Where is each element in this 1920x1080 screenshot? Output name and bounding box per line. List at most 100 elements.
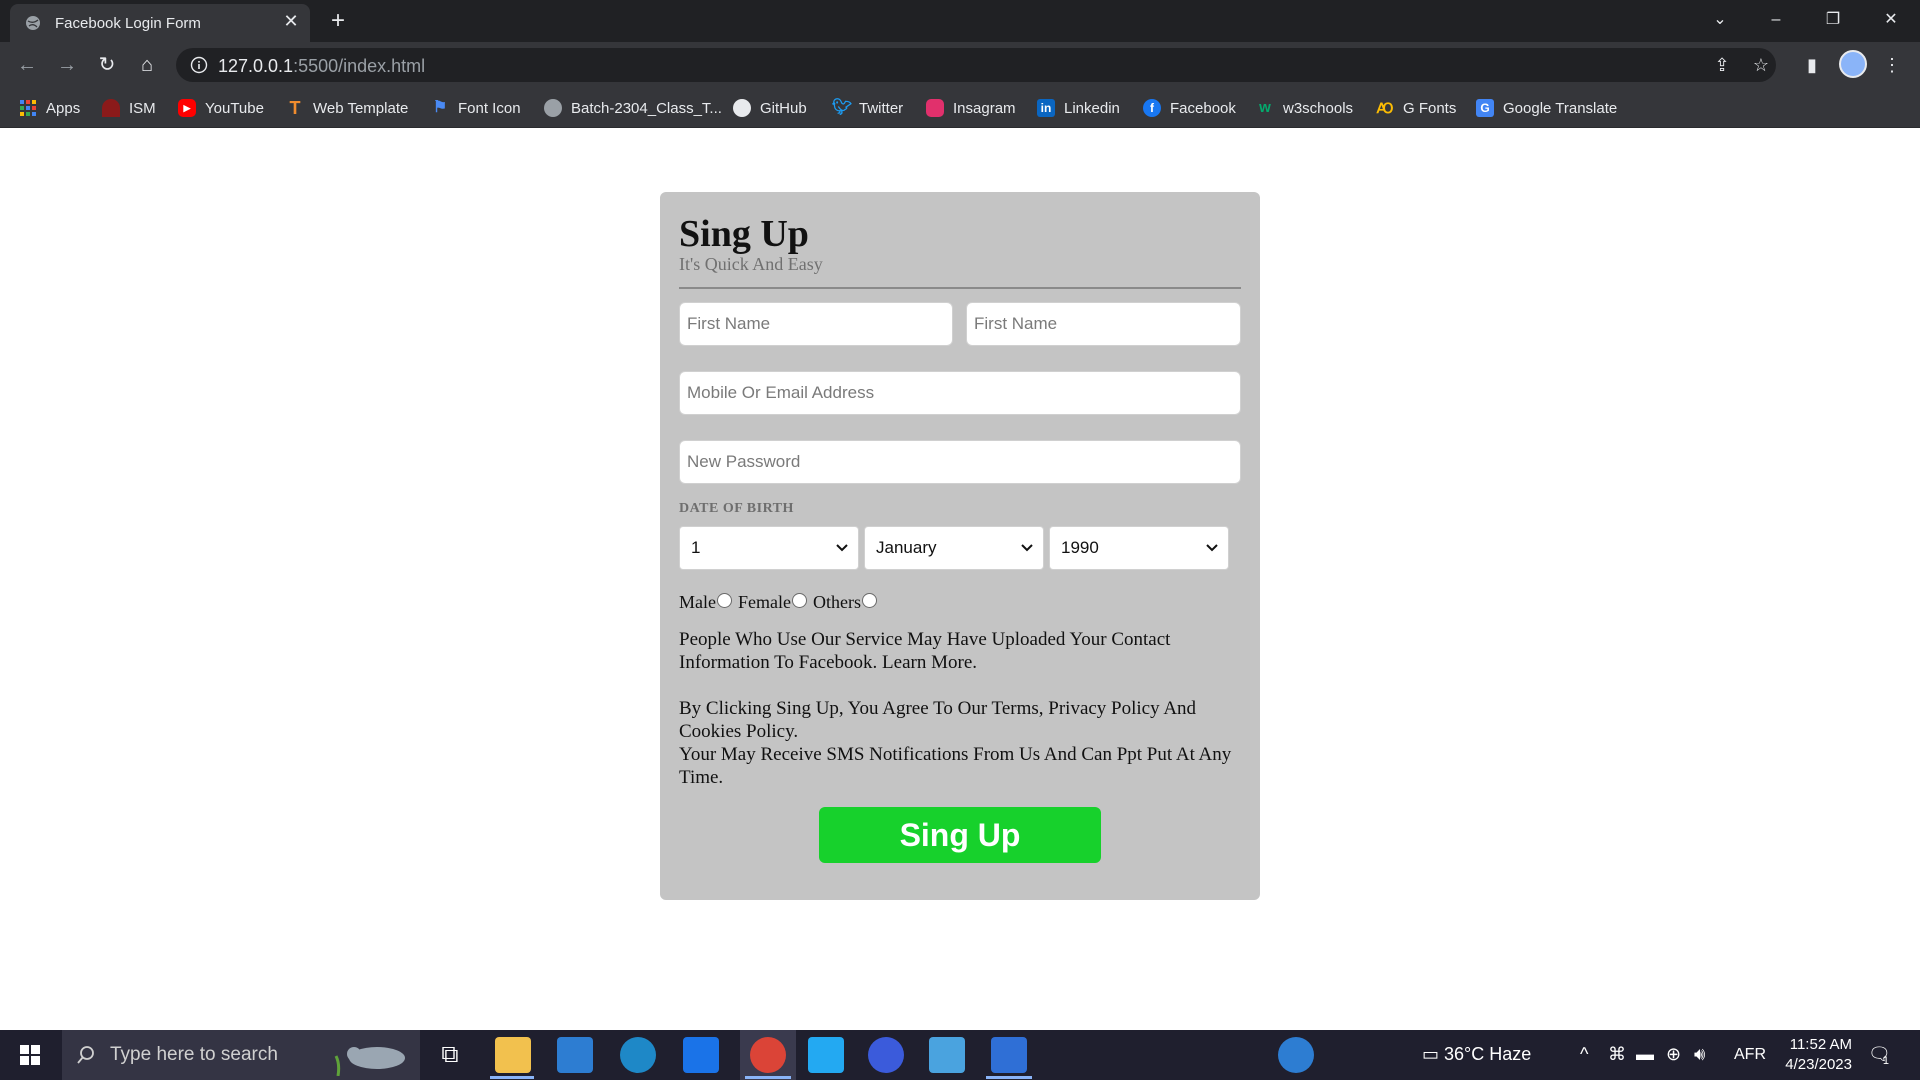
bookmark-label: ISM	[129, 99, 156, 117]
forward-arrow-icon[interactable]: →	[55, 53, 79, 77]
url-text[interactable]: 127.0.0.1:5500/index.html	[218, 56, 425, 77]
new-tab-icon[interactable]: +	[326, 9, 350, 33]
bookmark-web-template[interactable]: T Web Template	[286, 96, 409, 120]
bookmark-label: Twitter	[859, 99, 904, 117]
share-icon[interactable]: ⇪	[1712, 55, 1732, 75]
tab-search-chevron-icon[interactable]: ⌄	[1706, 8, 1734, 32]
file-explorer-icon[interactable]	[495, 1037, 531, 1073]
back-arrow-icon[interactable]: ←	[15, 53, 39, 77]
site-info-icon[interactable]	[190, 56, 208, 74]
bookmark-google-fonts[interactable]: Ꜵ G Fonts	[1376, 96, 1457, 120]
bookmark-label: Google Translate	[1503, 99, 1618, 117]
home-icon[interactable]: ⌂	[135, 53, 159, 77]
network-globe-icon[interactable]: ⊕	[1666, 1044, 1681, 1065]
mail-icon[interactable]	[683, 1037, 719, 1073]
notification-center-icon[interactable]: 🗨︎1	[1868, 1044, 1897, 1067]
bookmark-instagram[interactable]: Insagram	[926, 96, 1016, 120]
profile-avatar[interactable]	[1839, 50, 1867, 78]
chrome-icon[interactable]	[750, 1037, 786, 1073]
notification-count: 1	[1882, 1055, 1889, 1067]
dob-label: DATE OF BIRTH	[679, 501, 794, 516]
weather-text: 36°C Haze	[1444, 1044, 1532, 1064]
globe-icon	[544, 99, 562, 117]
contact-input[interactable]	[679, 371, 1241, 415]
gender-female-radio[interactable]	[791, 593, 807, 608]
running-indicator	[745, 1076, 791, 1079]
bookmark-batch[interactable]: Batch-2304_Class_T...	[544, 96, 722, 120]
password-input[interactable]	[679, 440, 1241, 484]
bookmark-twitter[interactable]: 🐦︎ Twitter	[832, 96, 903, 120]
task-view-icon[interactable]: ⧉	[432, 1037, 468, 1073]
photos-icon[interactable]	[929, 1037, 965, 1073]
signup-card: Sing Up It's Quick And Easy DATE OF BIRT…	[660, 192, 1260, 900]
vscode-icon[interactable]	[808, 1037, 844, 1073]
manatee-illustration-icon	[334, 1047, 405, 1076]
github-icon	[733, 99, 751, 117]
bookmark-star-icon[interactable]: ☆	[1751, 55, 1771, 75]
bookmarks-bar: Apps ISM ▶ YouTube T Web Template ⚑ Font…	[0, 88, 1920, 128]
bookmark-label: Apps	[46, 99, 81, 117]
sms-notice: Your May Receive SMS Notifications From …	[679, 744, 1232, 788]
windows-start-icon[interactable]	[10, 1043, 50, 1067]
google-translate-icon: G	[1476, 99, 1494, 117]
contact-info-notice: People Who Use Our Service May Have Uplo…	[679, 629, 1171, 673]
volume-icon[interactable]: 🔊︎	[1694, 1044, 1705, 1065]
bookmark-github[interactable]: GitHub	[733, 96, 807, 120]
edge-icon[interactable]	[620, 1037, 656, 1073]
browser-tab[interactable]: Facebook Login Form ✕	[10, 4, 310, 42]
bookmark-font-icon[interactable]: ⚑ Font Icon	[431, 96, 521, 120]
minimize-icon[interactable]: –	[1762, 8, 1790, 32]
running-indicator	[986, 1076, 1032, 1079]
month-select[interactable]: January	[864, 526, 1044, 570]
google-fonts-icon: Ꜵ	[1376, 100, 1394, 116]
weather-widget[interactable]: ▭ 36°C Haze	[1422, 1044, 1531, 1065]
windows-taskbar: Type here to search ⧉ ▭ 36°C Haze ^ ⌘ ▬ …	[0, 1030, 1920, 1080]
close-tab-icon[interactable]: ✕	[280, 10, 302, 32]
gender-others-radio[interactable]	[861, 593, 877, 608]
first-name-input[interactable]	[679, 302, 953, 346]
meet-now-icon[interactable]: ⌘	[1608, 1044, 1626, 1065]
imo-icon[interactable]	[868, 1037, 904, 1073]
bookmark-linkedin[interactable]: in Linkedin	[1037, 96, 1120, 120]
bookmark-facebook[interactable]: f Facebook	[1143, 96, 1236, 120]
day-value: 1	[691, 538, 701, 557]
side-panel-icon[interactable]: ▮	[1800, 53, 1824, 77]
bookmark-youtube[interactable]: ▶ YouTube	[178, 96, 264, 120]
menu-kebab-icon[interactable]: ⋮	[1880, 53, 1904, 77]
sign-up-button[interactable]: Sing Up	[819, 807, 1101, 863]
gender-male-label: Male	[679, 592, 716, 612]
chevron-down-icon	[1206, 544, 1218, 552]
year-select[interactable]: 1990	[1049, 526, 1229, 570]
restore-icon[interactable]: ❐	[1819, 8, 1847, 32]
taskbar-search[interactable]: Type here to search	[62, 1030, 420, 1080]
search-placeholder: Type here to search	[110, 1044, 278, 1065]
url-path: :5500/index.html	[293, 56, 426, 76]
video-editor-icon[interactable]	[991, 1037, 1027, 1073]
bookmark-ism[interactable]: ISM	[102, 96, 156, 120]
system-clock[interactable]: 11:52 AM 4/23/2023	[1752, 1035, 1852, 1075]
clock-time: 11:52 AM	[1789, 1036, 1852, 1053]
month-value: January	[876, 538, 937, 557]
bookmark-w3schools[interactable]: w w3schools	[1256, 96, 1353, 120]
gender-others-label: Others	[812, 592, 861, 612]
gender-male-radio[interactable]	[716, 593, 732, 608]
bookmark-apps[interactable]: Apps	[19, 96, 80, 120]
day-select[interactable]: 1	[679, 526, 859, 570]
help-icon[interactable]	[1278, 1037, 1314, 1073]
microsoft-store-icon[interactable]	[557, 1037, 593, 1073]
chevron-down-icon	[836, 544, 848, 552]
close-window-icon[interactable]: ✕	[1877, 8, 1905, 32]
show-hidden-icons-icon[interactable]: ^	[1580, 1044, 1588, 1065]
address-bar[interactable]: 127.0.0.1:5500/index.html ⇪ ☆	[176, 48, 1776, 82]
bookmark-label: Insagram	[953, 99, 1016, 117]
instagram-icon	[926, 99, 944, 117]
gender-female-label: Female	[737, 592, 791, 612]
gender-options: Male Female Others	[679, 592, 883, 613]
battery-icon[interactable]: ▬	[1636, 1044, 1654, 1065]
reload-icon[interactable]: ↻	[95, 53, 119, 77]
page-title: Sing Up	[679, 213, 809, 255]
last-name-input[interactable]	[966, 302, 1241, 346]
bookmark-label: G Fonts	[1403, 99, 1457, 117]
chevron-down-icon	[1021, 544, 1033, 552]
bookmark-google-translate[interactable]: G Google Translate	[1476, 96, 1617, 120]
